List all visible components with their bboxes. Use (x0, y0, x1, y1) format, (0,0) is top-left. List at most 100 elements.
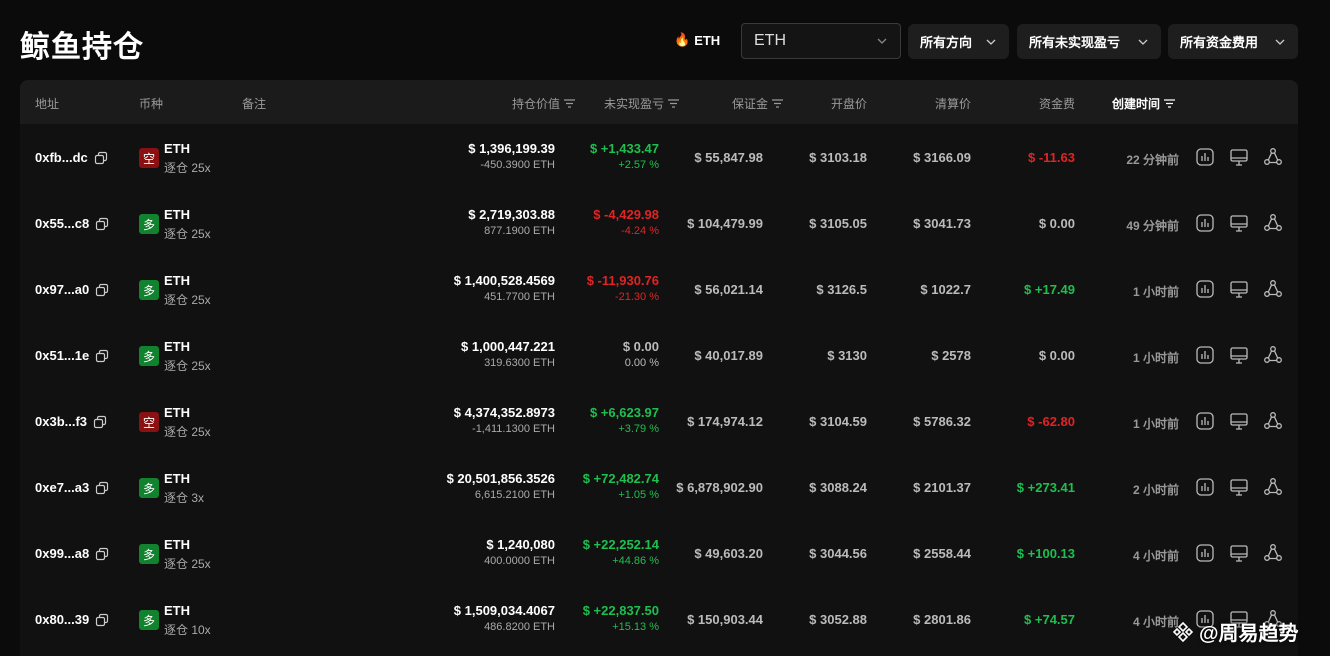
copy-icon[interactable] (95, 349, 109, 363)
chart-icon[interactable] (1194, 344, 1216, 366)
address-cell[interactable]: 0x51...1e (35, 348, 109, 363)
chart-icon[interactable] (1194, 212, 1216, 234)
address-text[interactable]: 0x51...1e (35, 348, 89, 363)
address-cell[interactable]: 0x3b...f3 (35, 414, 107, 429)
position-qty: 6,615.2100 ETH (474, 489, 555, 501)
share-icon[interactable] (1262, 212, 1284, 234)
chart-icon[interactable] (1194, 410, 1216, 432)
direction-filter[interactable]: 所有方向 (908, 24, 1009, 59)
chevron-down-icon (1275, 39, 1285, 45)
share-icon[interactable] (1262, 542, 1284, 564)
side-badge: 多 (139, 346, 159, 366)
pnl-value: $ +72,482.74 (582, 471, 659, 486)
share-icon[interactable] (1262, 410, 1284, 432)
funding-fee: $ +100.13 (1016, 546, 1075, 561)
funding-filter[interactable]: 所有资金费用 (1168, 24, 1298, 59)
copy-icon[interactable] (95, 217, 109, 231)
monitor-icon[interactable] (1228, 344, 1250, 366)
table-row[interactable]: 0x80...39 多 ETH 逐仓 10x $ 1,509,034.4067 486.8… (20, 586, 1298, 652)
col-position-value[interactable]: 持仓价值 (512, 95, 575, 112)
margin-value: $ 6,878,902.90 (676, 480, 763, 495)
address-cell[interactable]: 0x55...c8 (35, 216, 109, 231)
address-cell[interactable]: 0xe7...a3 (35, 480, 109, 495)
copy-icon[interactable] (95, 283, 109, 297)
address-text[interactable]: 0x55...c8 (35, 216, 89, 231)
pnl-value: $ -4,429.98 (593, 207, 659, 222)
address-text[interactable]: 0x3b...f3 (35, 414, 87, 429)
address-cell[interactable]: 0x97...a0 (35, 282, 109, 297)
monitor-icon[interactable] (1228, 278, 1250, 300)
chart-icon[interactable] (1194, 146, 1216, 168)
margin-value: $ 56,021.14 (694, 282, 763, 297)
table-row[interactable]: 0x55...c8 多 ETH 逐仓 25x $ 2,719,303.88 877.190… (20, 190, 1298, 256)
leverage-text: 逐仓 25x (164, 161, 211, 175)
chart-icon[interactable] (1194, 278, 1216, 300)
binance-logo-icon (1172, 621, 1194, 642)
copy-icon[interactable] (95, 481, 109, 495)
monitor-icon[interactable] (1228, 146, 1250, 168)
address-text[interactable]: 0x97...a0 (35, 282, 89, 297)
page-title: 鲸鱼持仓 (20, 31, 144, 64)
funding-filter-label: 所有资金费用 (1180, 35, 1259, 50)
address-cell[interactable]: 0x80...39 (35, 612, 109, 627)
pnl-filter[interactable]: 所有未实现盈亏 (1017, 24, 1161, 59)
liq-price: $ 3166.09 (913, 150, 971, 165)
address-cell[interactable]: 0x99...a8 (35, 546, 109, 561)
address-text[interactable]: 0x99...a8 (35, 546, 89, 561)
coin-symbol: ETH (164, 141, 190, 156)
eth-tag[interactable]: 🔥 ETH (674, 32, 720, 48)
pnl-value: $ +6,623.97 (589, 405, 659, 420)
table-row[interactable]: 0x99...a8 多 ETH 逐仓 25x $ 1,240,080 400.0000 E… (20, 520, 1298, 586)
side-badge: 多 (139, 214, 159, 234)
coin-symbol: ETH (164, 207, 190, 222)
watermark: @周易趋势 (1172, 617, 1299, 646)
pnl-value: $ +22,837.50 (582, 603, 659, 618)
chart-icon[interactable] (1194, 476, 1216, 498)
col-created-time[interactable]: 创建时间 (1112, 95, 1176, 112)
chevron-down-icon (1138, 39, 1148, 45)
funding-fee: $ -62.80 (1027, 414, 1075, 429)
table-row[interactable]: 0xe7...a3 多 ETH 逐仓 3x $ 20,501,856.3526 6,615… (20, 454, 1298, 520)
pnl-percent: 0.00 % (624, 357, 659, 369)
address-cell[interactable]: 0xfb...dc (35, 150, 108, 165)
side-badge: 空 (139, 412, 159, 432)
coin-symbol: ETH (164, 405, 190, 420)
monitor-icon[interactable] (1228, 476, 1250, 498)
pnl-percent: +3.79 % (618, 423, 659, 435)
copy-icon[interactable] (95, 547, 109, 561)
sort-filter-icon (772, 99, 783, 108)
copy-icon[interactable] (94, 151, 108, 165)
created-time: 1 小时前 (1132, 285, 1179, 299)
table-row[interactable]: 0x97...a0 多 ETH 逐仓 25x $ 1,400,528.4569 451.7… (20, 256, 1298, 322)
address-text[interactable]: 0x80...39 (35, 612, 89, 627)
symbol-select[interactable]: ETH (741, 23, 901, 59)
share-icon[interactable] (1262, 146, 1284, 168)
chart-icon[interactable] (1194, 542, 1216, 564)
liq-price: $ 2578 (931, 348, 971, 363)
monitor-icon[interactable] (1228, 212, 1250, 234)
col-unrealized-pnl[interactable]: 未实现盈亏 (604, 95, 679, 112)
share-icon[interactable] (1262, 278, 1284, 300)
copy-icon[interactable] (93, 415, 107, 429)
monitor-icon[interactable] (1228, 542, 1250, 564)
address-text[interactable]: 0xe7...a3 (35, 480, 89, 495)
copy-icon[interactable] (95, 613, 109, 627)
leverage-text: 逐仓 25x (164, 425, 211, 439)
monitor-icon[interactable] (1228, 410, 1250, 432)
liq-price: $ 3041.73 (913, 216, 971, 231)
col-liq-price: 清算价 (934, 97, 971, 111)
col-margin[interactable]: 保证金 (732, 95, 783, 112)
table-row[interactable]: 0x3b...f3 空 ETH 逐仓 25x $ 4,374,352.8973 -1,41… (20, 388, 1298, 454)
leverage-text: 逐仓 3x (164, 491, 205, 505)
created-time: 49 分钟前 (1126, 219, 1179, 233)
coin-symbol: ETH (164, 471, 190, 486)
liq-price: $ 1022.7 (920, 282, 971, 297)
share-icon[interactable] (1262, 476, 1284, 498)
table-row[interactable]: 0x51...1e 多 ETH 逐仓 25x $ 1,000,447.221 319.63… (20, 322, 1298, 388)
position-qty: -1,411.1300 ETH (472, 423, 555, 435)
col-created-time-label: 创建时间 (1112, 97, 1161, 111)
pnl-value: $ +1,433.47 (589, 141, 659, 156)
address-text[interactable]: 0xfb...dc (35, 150, 88, 165)
share-icon[interactable] (1262, 344, 1284, 366)
table-row[interactable]: 0xfb...dc 空 ETH 逐仓 25x $ 1,396,199.39 -450.39… (20, 124, 1298, 190)
